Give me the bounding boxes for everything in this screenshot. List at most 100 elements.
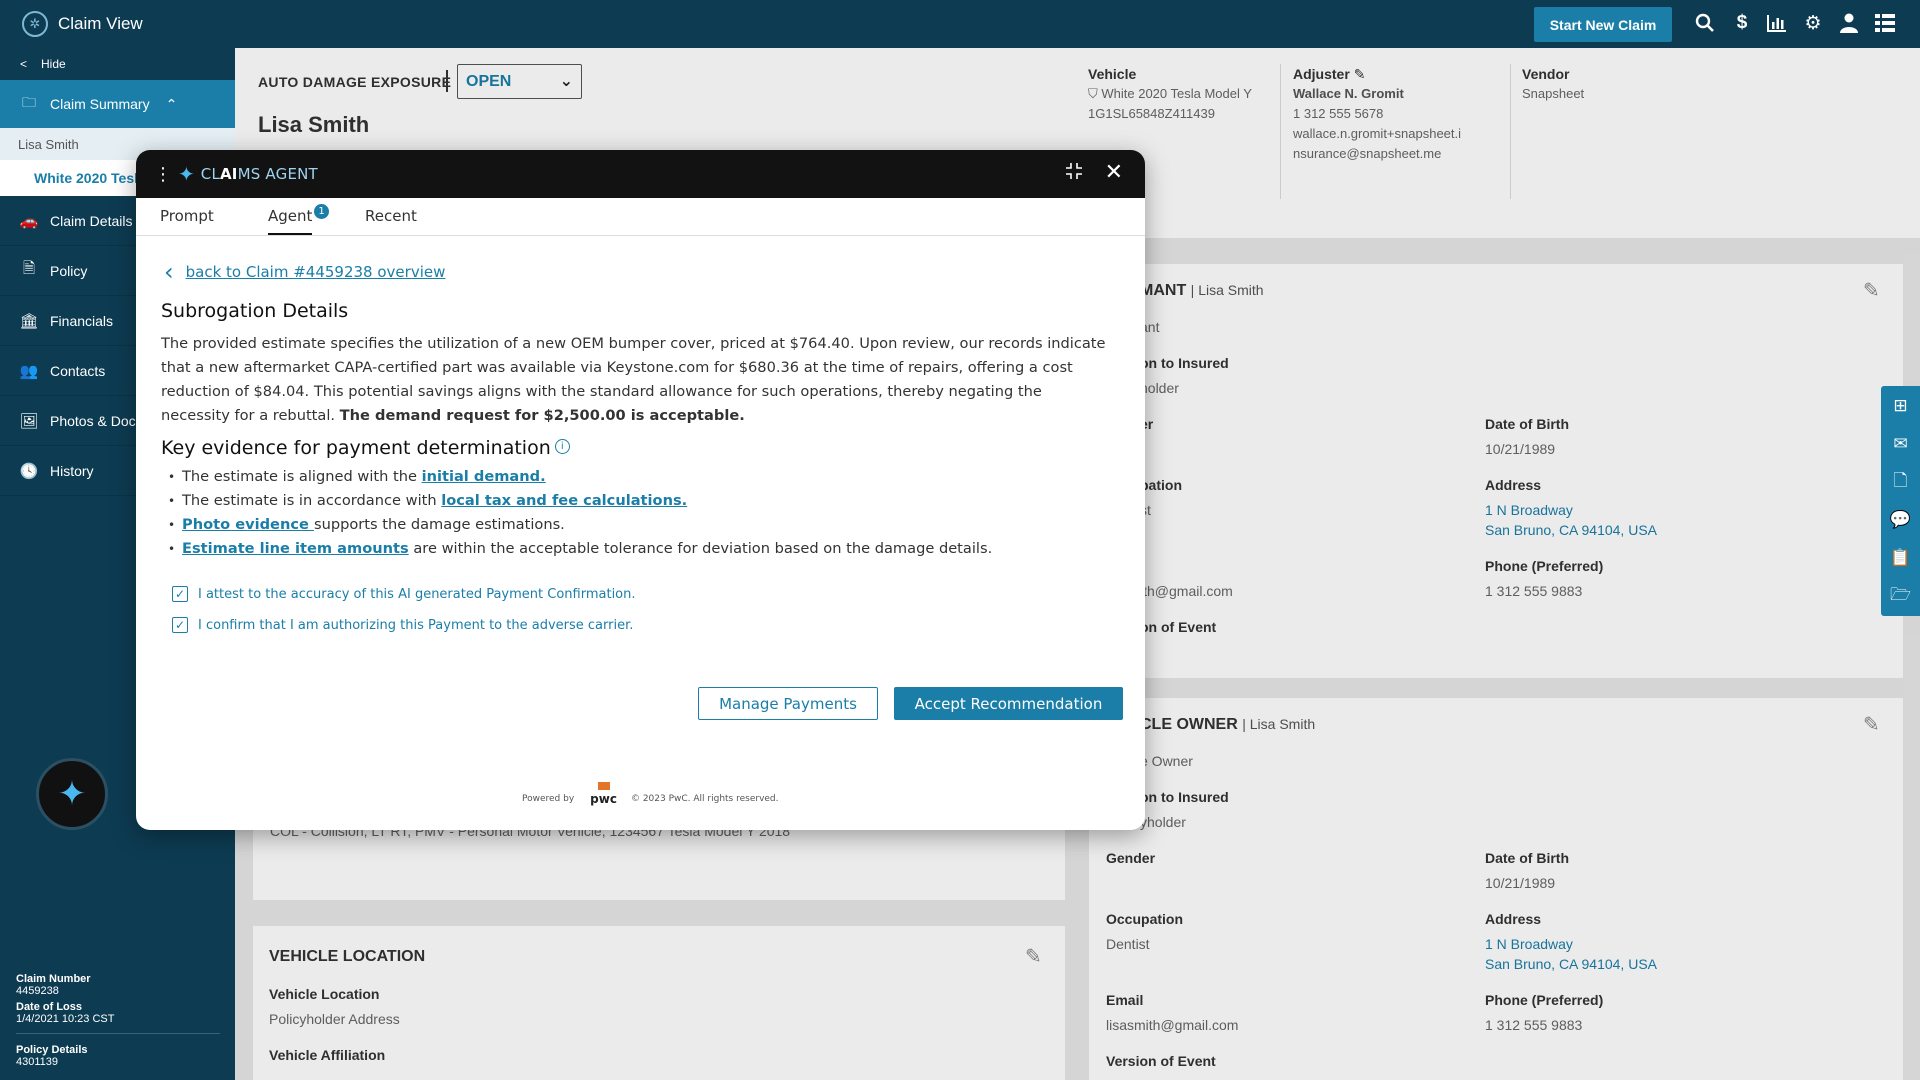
vehicle-desc-row: ⛉ White 2020 Tesla Model Y xyxy=(1088,84,1252,104)
phone-value: 1 312 555 9883 xyxy=(1485,1017,1583,1033)
dollar-icon[interactable]: $ xyxy=(1730,11,1754,35)
mail-icon[interactable]: ✉ xyxy=(1881,426,1920,462)
tab-agent[interactable]: Agent xyxy=(268,207,313,235)
chart-icon[interactable] xyxy=(1765,11,1789,35)
folder-open-icon[interactable]: 🗁 xyxy=(1881,578,1920,614)
date-of-loss-label: Date of Loss xyxy=(16,1001,83,1013)
list-item: Photo evidence supports the damage estim… xyxy=(168,513,1108,537)
search-icon[interactable] xyxy=(1693,11,1717,35)
relation-label: on to Insured xyxy=(1140,355,1229,371)
address-label: Address xyxy=(1485,477,1542,493)
modal-tabs: Prompt Agent 1 Recent xyxy=(136,198,1145,236)
back-to-overview[interactable]: ‹ back to Claim #4459238 overview xyxy=(164,258,445,286)
photos-icon: 🖼 xyxy=(19,412,39,430)
adjuster-phone: 1 312 555 5678 xyxy=(1293,106,1384,121)
copyright: © 2023 PwC. All rights reserved. xyxy=(630,794,779,804)
car-icon: 🚗 xyxy=(19,212,39,230)
collapse-icon[interactable] xyxy=(1065,162,1083,185)
dob-label: Date of Birth xyxy=(1485,850,1569,866)
address-label: Address xyxy=(1485,911,1542,927)
phone-value: 1 312 555 9883 xyxy=(1485,583,1583,599)
sidebar-item-label: Claim Details xyxy=(50,212,133,229)
vehicle-location-title: VEHICLE LOCATION xyxy=(269,948,426,965)
sidebar-item-label: Contacts xyxy=(50,362,106,379)
apps-grid-icon[interactable] xyxy=(1873,11,1897,35)
claim-number-value: 4459238 xyxy=(16,985,59,997)
pwc-logo: pwc xyxy=(590,782,617,806)
contacts-icon: 👥 xyxy=(19,362,39,380)
hide-label: Hide xyxy=(41,57,66,71)
tab-prompt[interactable]: Prompt xyxy=(160,207,214,233)
document-icon[interactable]: 🗋 xyxy=(1881,464,1920,500)
gender-label: Gender xyxy=(1106,850,1156,866)
status-select[interactable]: OPEN ⌄ xyxy=(457,64,582,99)
vehicle-vin: 1G1SL65848Z411439 xyxy=(1088,106,1215,121)
attest-authorize-label: I confirm that I am authorizing this Pay… xyxy=(198,617,634,633)
accept-recommendation-button[interactable]: Accept Recommendation xyxy=(894,687,1123,720)
attest-authorize-checkbox[interactable]: ✓ xyxy=(172,617,188,633)
close-icon[interactable]: ✕ xyxy=(1105,160,1123,185)
vendor-name: Snapsheet xyxy=(1522,86,1585,101)
sparkle-icon: ✦ xyxy=(178,162,195,186)
edit-pencil-icon[interactable]: ✎ xyxy=(1025,944,1042,969)
start-new-claim-button[interactable]: Start New Claim xyxy=(1534,7,1672,42)
date-of-loss-value: 1/4/2021 10:23 CST xyxy=(16,1013,115,1025)
info-icon[interactable]: i xyxy=(554,439,570,454)
version-of-event-label: on of Event xyxy=(1140,619,1217,635)
attest-accuracy-label: I attest to the accuracy of this AI gene… xyxy=(198,586,636,602)
clipboard-check-icon[interactable]: 📋 xyxy=(1881,540,1920,576)
relation-value: holder xyxy=(1140,380,1179,396)
edit-pencil-icon[interactable]: ✎ xyxy=(1863,278,1880,303)
modal-title: CLAIMS AGENT xyxy=(200,165,318,183)
add-note-icon[interactable]: ⊞ xyxy=(1881,388,1920,424)
tab-recent[interactable]: Recent xyxy=(365,207,417,233)
user-icon[interactable] xyxy=(1837,11,1861,35)
app-logo-icon: ✲ xyxy=(22,11,48,37)
address-link[interactable]: 1 N Broadway San Bruno, CA 94104, USA xyxy=(1485,934,1657,974)
top-bar: ✲ Claim View Start New Claim $ ⚙ xyxy=(0,0,1920,48)
sidebar-item-label: Claim Summary xyxy=(50,96,150,112)
app-title: Claim View xyxy=(58,14,143,33)
chevron-up-icon: ⌃ xyxy=(165,95,178,112)
tab-agent-badge: 1 xyxy=(314,204,329,219)
vehicle-location-label: Vehicle Location xyxy=(269,986,380,1002)
attest-accuracy-checkbox[interactable]: ✓ xyxy=(172,586,188,602)
owner-role: e Owner xyxy=(1140,753,1193,769)
initial-demand-link[interactable]: initial demand. xyxy=(422,468,546,485)
ai-sparkle-button[interactable]: ✦ xyxy=(36,758,108,830)
back-link[interactable]: back to Claim #4459238 overview xyxy=(186,263,446,281)
page-title: Lisa Smith xyxy=(258,112,370,137)
modal-header: ⋮ ✦ CLAIMS AGENT ✕ xyxy=(136,150,1145,198)
powered-by-label: Powered by xyxy=(522,794,575,804)
divider xyxy=(16,1033,220,1034)
address-link[interactable]: 1 N Broadway San Bruno, CA 94104, USA xyxy=(1485,500,1657,540)
chat-icon[interactable]: 💬 xyxy=(1881,502,1920,538)
dob-value: 10/21/1989 xyxy=(1485,441,1556,457)
attest-authorize-row: ✓ I confirm that I am authorizing this P… xyxy=(172,617,633,633)
status-value: OPEN xyxy=(466,72,512,90)
photo-evidence-link[interactable]: Photo evidence xyxy=(182,516,314,533)
list-item: The estimate is in accordance with local… xyxy=(168,489,1108,513)
pencil-icon[interactable]: ✎ xyxy=(1354,66,1366,82)
sidebar-item-claim-summary[interactable]: 🗀 Claim Summary ⌃ xyxy=(0,80,235,128)
edit-pencil-icon[interactable]: ✎ xyxy=(1863,712,1880,737)
hide-sidebar-button[interactable]: < Hide xyxy=(0,48,235,80)
list-item: Estimate line item amounts are within th… xyxy=(168,537,1108,561)
chevron-left-icon: < xyxy=(20,57,28,71)
adjuster-info: Adjuster ✎ Wallace N. Gromit 1 312 555 5… xyxy=(1293,64,1461,164)
subrogation-body: The provided estimate specifies the util… xyxy=(161,335,1106,424)
adjuster-email-2: nsurance@snapsheet.me xyxy=(1293,146,1442,161)
occupation-value: Dentist xyxy=(1106,936,1150,952)
manage-payments-button[interactable]: Manage Payments xyxy=(698,687,878,720)
tool-rail: ⊞ ✉ 🗋 💬 📋 🗁 xyxy=(1881,386,1920,616)
subrogation-title: Subrogation Details xyxy=(161,300,349,322)
more-menu-icon[interactable]: ⋮ xyxy=(154,164,172,185)
gear-icon[interactable]: ⚙ xyxy=(1801,11,1825,35)
adjuster-label-row: Adjuster ✎ xyxy=(1293,64,1461,84)
claims-agent-modal: ⋮ ✦ CLAIMS AGENT ✕ Prompt Agent 1 Recent… xyxy=(136,150,1145,830)
email-label: Email xyxy=(1106,992,1144,1008)
tax-fee-link[interactable]: local tax and fee calculations. xyxy=(441,492,687,509)
vehicle-location-value: Policyholder Address xyxy=(269,1011,400,1027)
estimate-line-items-link[interactable]: Estimate line item amounts xyxy=(182,540,409,557)
phone-label: Phone (Preferred) xyxy=(1485,992,1604,1008)
